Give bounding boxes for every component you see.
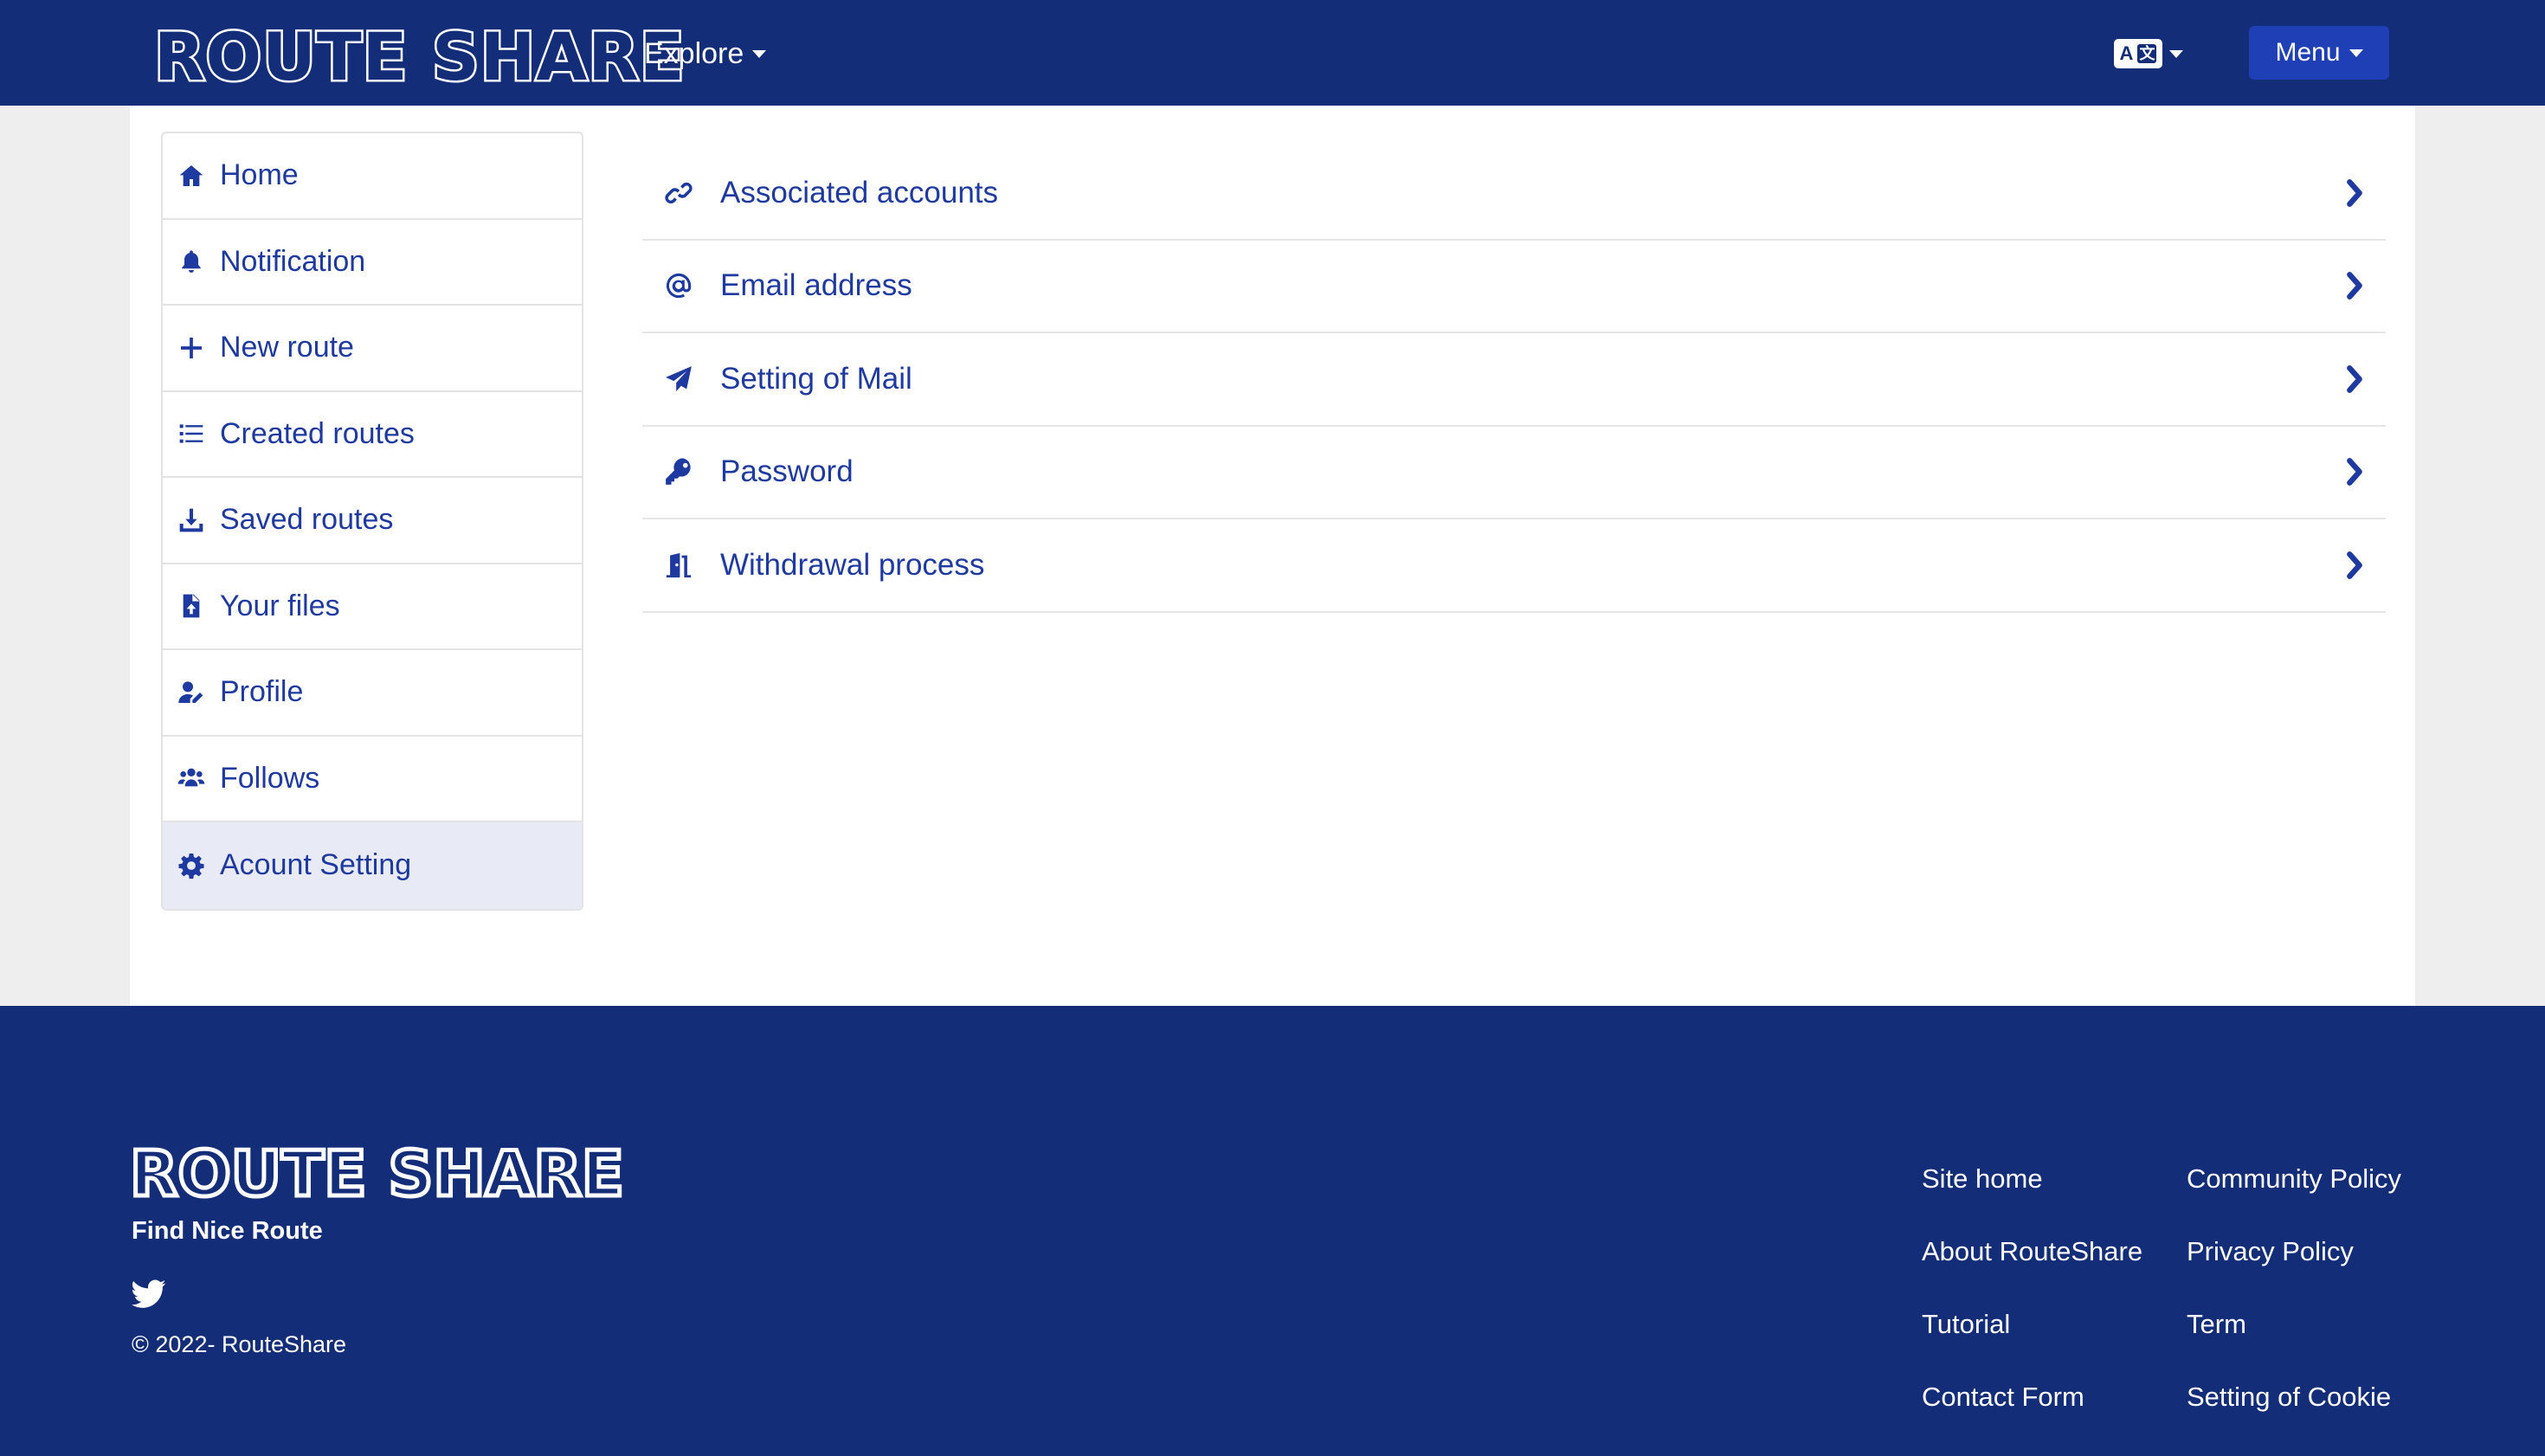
- caret-down-icon: [2169, 49, 2183, 58]
- footer-links-col-1: Site home About RouteShare Tutorial Cont…: [1922, 1162, 2142, 1453]
- footer-tagline: Find Nice Route: [132, 1217, 323, 1245]
- footer-brand-logo[interactable]: ROUTE SHARE: [128, 1137, 627, 1211]
- sidebar-item-label: Follows: [220, 761, 320, 795]
- user-edit-icon: [177, 678, 206, 707]
- sidebar-item-label: Notification: [220, 244, 366, 278]
- key-icon: [663, 456, 694, 487]
- sidebar-item-label: Saved routes: [220, 503, 394, 537]
- footer-link-community-policy[interactable]: Community Policy: [2187, 1162, 2401, 1234]
- explore-dropdown[interactable]: Explore: [644, 33, 767, 74]
- chevron-right-icon: [2342, 457, 2367, 486]
- link-icon: [663, 177, 694, 209]
- footer-copyright: © 2022- RouteShare: [132, 1331, 347, 1357]
- footer-link-setting-of-cookie[interactable]: Setting of Cookie: [2187, 1380, 2401, 1453]
- sidebar-item-label: Your files: [220, 589, 340, 622]
- caret-down-icon: [2348, 48, 2363, 57]
- language-dropdown[interactable]: A 文: [2114, 36, 2183, 71]
- sidebar-item-saved-routes[interactable]: Saved routes: [163, 478, 582, 564]
- settings-item-label: Setting of Mail: [720, 361, 912, 396]
- file-upload-icon: [177, 591, 206, 621]
- settings-item-label: Associated accounts: [720, 175, 999, 209]
- sidebar-item-label: Acount Setting: [220, 848, 412, 882]
- twitter-icon[interactable]: [132, 1279, 166, 1309]
- settings-item-label: Withdrawal process: [720, 547, 985, 582]
- plus-icon: [177, 333, 206, 363]
- door-exit-icon: [663, 550, 694, 581]
- sidebar-item-label: Home: [220, 158, 299, 192]
- sidebar-item-label: New route: [220, 331, 354, 364]
- sidebar-nav: Home Notification New route Created rout…: [161, 132, 583, 911]
- settings-item-label: Email address: [720, 268, 912, 303]
- settings-item-withdrawal-process[interactable]: Withdrawal process: [642, 519, 2386, 613]
- settings-item-label: Password: [720, 454, 854, 489]
- sidebar-item-created-routes[interactable]: Created routes: [163, 392, 582, 478]
- at-icon: [663, 270, 694, 301]
- settings-item-associated-accounts[interactable]: Associated accounts: [642, 147, 2386, 241]
- footer-link-contact-form[interactable]: Contact Form: [1922, 1380, 2142, 1453]
- explore-label: Explore: [644, 37, 744, 70]
- site-footer: ROUTE SHARE Find Nice Route © 2022- Rout…: [0, 1006, 2545, 1456]
- chevron-right-icon: [2342, 364, 2367, 394]
- sidebar-item-new-route[interactable]: New route: [163, 306, 582, 392]
- menu-label: Menu: [2275, 38, 2341, 67]
- footer-links-col-2: Community Policy Privacy Policy Term Set…: [2187, 1162, 2401, 1453]
- download-icon: [177, 506, 206, 535]
- footer-link-site-home[interactable]: Site home: [1922, 1162, 2142, 1234]
- sidebar-item-follows[interactable]: Follows: [163, 737, 582, 822]
- footer-link-tutorial[interactable]: Tutorial: [1922, 1307, 2142, 1380]
- bell-icon: [177, 247, 206, 276]
- users-icon: [177, 763, 206, 793]
- paper-plane-icon: [663, 364, 694, 395]
- top-navbar: ROUTE SHARE Explore A 文 Menu: [0, 0, 2545, 106]
- sidebar-item-your-files[interactable]: Your files: [163, 564, 582, 650]
- list-icon: [177, 419, 206, 448]
- sidebar-item-profile[interactable]: Profile: [163, 650, 582, 737]
- sidebar-item-label: Created routes: [220, 416, 415, 450]
- settings-item-password[interactable]: Password: [642, 427, 2386, 519]
- account-settings-list: Associated accounts Email address Settin…: [642, 147, 2386, 613]
- settings-item-setting-of-mail[interactable]: Setting of Mail: [642, 333, 2386, 427]
- chevron-right-icon: [2342, 178, 2367, 208]
- translate-icon: A 文: [2114, 39, 2162, 68]
- caret-down-icon: [752, 49, 767, 58]
- menu-button[interactable]: Menu: [2249, 26, 2389, 80]
- lang-left-glyph: A: [2119, 42, 2134, 64]
- sidebar-item-account-setting[interactable]: Acount Setting: [163, 822, 582, 909]
- home-icon: [177, 161, 206, 190]
- settings-item-email-address[interactable]: Email address: [642, 241, 2386, 333]
- lang-right-glyph: 文: [2137, 44, 2157, 63]
- chevron-right-icon: [2342, 551, 2367, 580]
- sidebar-item-home[interactable]: Home: [163, 133, 582, 220]
- gear-icon: [177, 851, 206, 880]
- chevron-right-icon: [2342, 271, 2367, 300]
- brand-logo[interactable]: ROUTE SHARE: [152, 18, 687, 95]
- sidebar-item-label: Profile: [220, 675, 304, 709]
- main-container: Home Notification New route Created rout…: [130, 106, 2415, 1006]
- footer-link-about[interactable]: About RouteShare: [1922, 1234, 2142, 1307]
- sidebar-item-notification[interactable]: Notification: [163, 220, 582, 306]
- footer-link-privacy-policy[interactable]: Privacy Policy: [2187, 1234, 2401, 1307]
- footer-link-term[interactable]: Term: [2187, 1307, 2401, 1380]
